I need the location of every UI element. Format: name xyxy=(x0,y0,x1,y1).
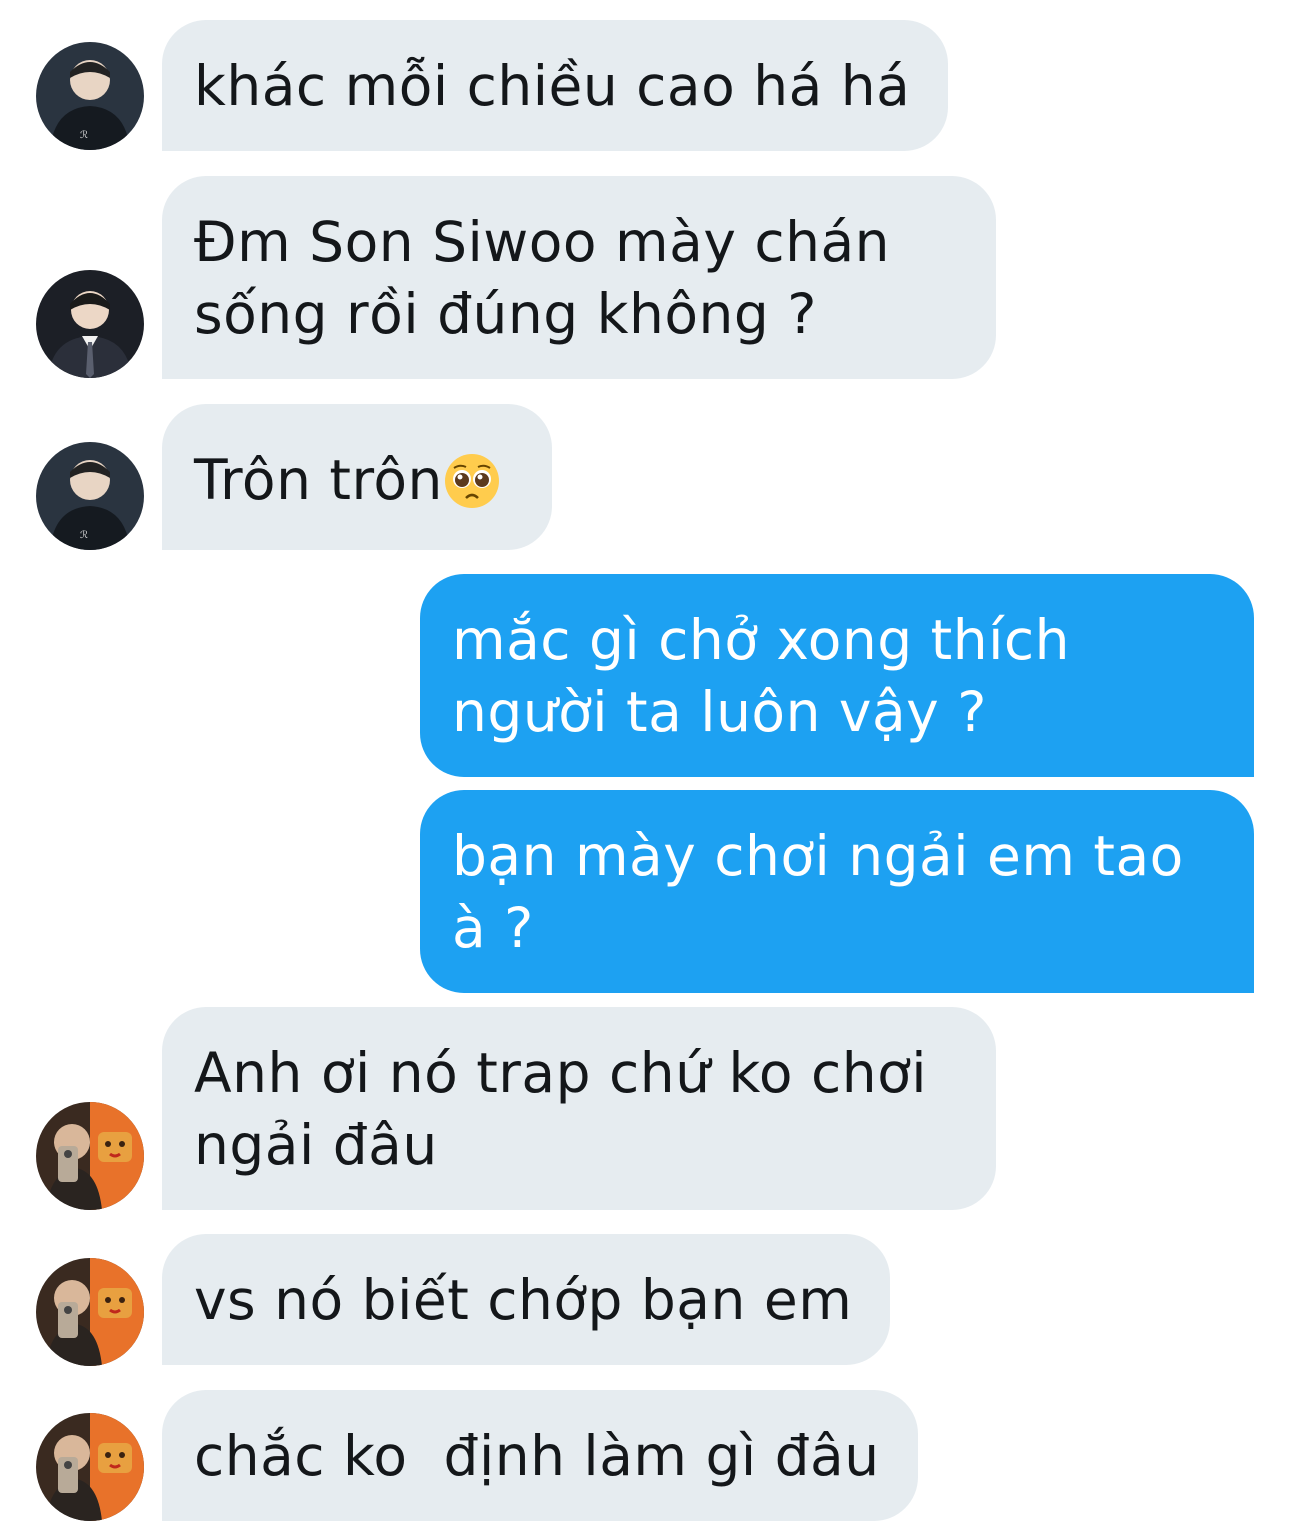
message-text: khác mỗi chiều cao há há xyxy=(194,54,911,118)
message-text: Trôn trôn xyxy=(194,448,443,512)
message-text: bạn mày chơi ngải em tao xyxy=(452,824,1184,888)
message-line: Trôn trôn xyxy=(194,444,520,516)
avatar-photo xyxy=(36,1258,144,1366)
avatar-contact-c[interactable] xyxy=(36,1413,144,1521)
message-text: người ta luôn vậy ? xyxy=(452,680,987,744)
message-text: à ? xyxy=(452,896,534,960)
message-bubble[interactable]: Đm Son Siwoo mày chán sống rồi đúng khôn… xyxy=(162,176,996,379)
avatar-photo: ℛ xyxy=(36,442,144,550)
message-bubble[interactable]: Trôn trôn xyxy=(162,404,552,550)
avatar-contact-c[interactable] xyxy=(36,1102,144,1210)
avatar-contact-c[interactable] xyxy=(36,1258,144,1366)
avatar-photo xyxy=(36,1102,144,1210)
avatar-photo: ℛ xyxy=(36,42,144,150)
message-text: chắc ko định làm gì đâu xyxy=(194,1424,880,1488)
avatar-contact-a[interactable]: ℛ xyxy=(36,442,144,550)
message-text: Anh ơi nó trap chứ ko chơi xyxy=(194,1041,927,1105)
svg-text:ℛ: ℛ xyxy=(80,530,88,541)
avatar-contact-b[interactable] xyxy=(36,270,144,378)
message-text: ngải đâu xyxy=(194,1113,438,1177)
message-bubble[interactable]: khác mỗi chiều cao há há xyxy=(162,20,948,151)
pleading-face-emoji-icon xyxy=(444,453,499,508)
message-bubble-outgoing[interactable]: mắc gì chở xong thích người ta luôn vậy … xyxy=(420,574,1254,777)
message-bubble[interactable]: chắc ko định làm gì đâu xyxy=(162,1390,918,1521)
svg-text:ℛ: ℛ xyxy=(80,130,88,141)
avatar-contact-a[interactable]: ℛ xyxy=(36,42,144,150)
message-text: sống rồi đúng không ? xyxy=(194,282,817,346)
avatar-photo xyxy=(36,1413,144,1521)
message-text: Đm Son Siwoo mày chán xyxy=(194,210,891,274)
message-text: mắc gì chở xong thích xyxy=(452,608,1070,672)
message-bubble-outgoing[interactable]: bạn mày chơi ngải em tao à ? xyxy=(420,790,1254,993)
avatar-photo xyxy=(36,270,144,378)
message-bubble[interactable]: Anh ơi nó trap chứ ko chơi ngải đâu xyxy=(162,1007,996,1210)
message-bubble[interactable]: vs nó biết chớp bạn em xyxy=(162,1234,890,1365)
message-text: vs nó biết chớp bạn em xyxy=(194,1268,853,1332)
